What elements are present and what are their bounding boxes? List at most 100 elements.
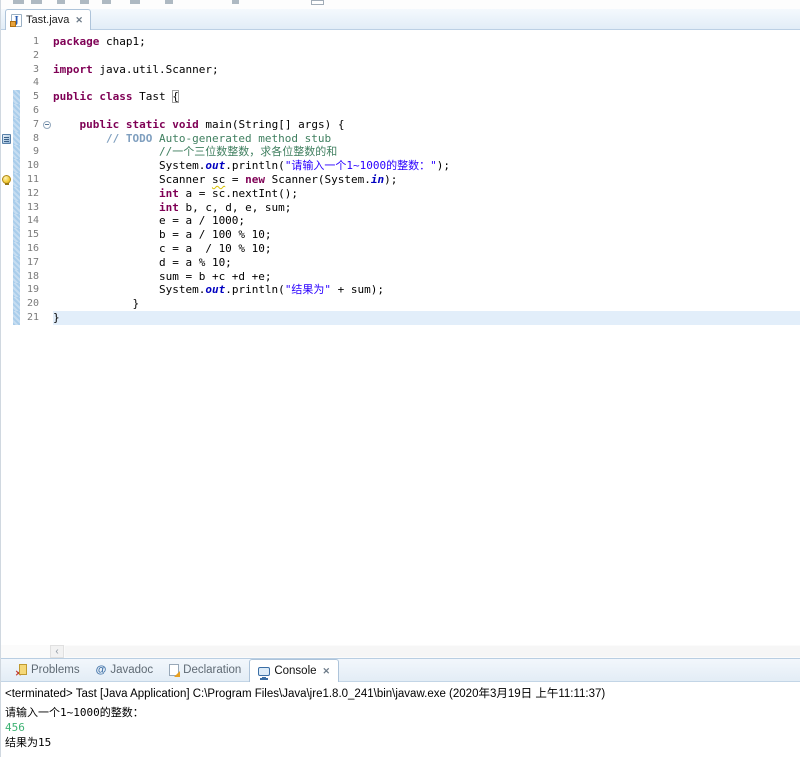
code-segment: c = a / 10 % 10; [53,241,272,255]
line-number[interactable]: 19 [20,283,42,297]
line-number[interactable]: 14 [20,214,42,228]
annotation-ruler-cell[interactable] [1,256,13,270]
code-segment: System. [53,159,206,173]
tab-close-icon[interactable]: ✕ [321,666,331,677]
code-text[interactable]: public class Tast { [53,90,800,104]
line-number[interactable]: 18 [20,270,42,284]
tab-javadoc[interactable]: @ Javadoc [88,659,162,681]
line-number[interactable]: 5 [20,90,42,104]
code-text[interactable]: import java.util.Scanner; [53,63,800,77]
code-line[interactable]: 17 d = a % 10; [1,255,800,270]
code-line[interactable]: 16 c = a / 10 % 10; [1,241,800,256]
fold-column [42,201,53,215]
code-line[interactable]: 2 [1,49,800,63]
line-number[interactable]: 8 [20,132,42,146]
code-line[interactable]: 8 // TODO Auto-generated method stub [1,131,800,146]
line-number[interactable]: 12 [20,187,42,201]
collapse-icon[interactable] [43,120,51,129]
code-text[interactable]: System.out.println("结果为" + sum); [53,283,800,297]
annotation-ruler-cell[interactable] [1,63,13,77]
line-number[interactable]: 16 [20,242,42,256]
code-text[interactable]: d = a % 10; [53,256,800,270]
code-text[interactable]: // TODO Auto-generated method stub [53,132,800,146]
code-text[interactable]: System.out.println("请输入一个1~1000的整数："); [53,159,800,173]
annotation-ruler-cell[interactable] [1,187,13,201]
annotation-ruler-cell[interactable] [1,228,13,242]
scroll-left-arrow-icon[interactable]: ‹ [50,645,64,658]
annotation-ruler-cell[interactable] [1,201,13,215]
code-line[interactable]: 18 sum = b +c +d +e; [1,269,800,284]
editor-tab-tast-java[interactable]: J Tast.java ✕ [5,9,91,30]
line-number[interactable]: 7 [20,118,42,132]
line-number[interactable]: 1 [20,35,42,49]
code-text[interactable]: sum = b +c +d +e; [53,270,800,284]
console-output[interactable]: 请输入一个1~1000的整数： 456 结果为15 [5,705,800,750]
code-line[interactable]: 11 Scanner sc = new Scanner(System.in); [1,172,800,187]
code-text[interactable]: } [53,310,800,325]
hscroll-track[interactable] [65,646,800,657]
code-editor[interactable]: 1 package chap1; 2 3 import java.util.Scanne… [1,30,800,645]
code-line[interactable]: 13 int b, c, d, e, sum; [1,200,800,215]
line-number[interactable]: 10 [20,159,42,173]
annotation-ruler-cell[interactable] [1,159,13,173]
code-text[interactable]: //一个三位数整数，求各位整数的和 [53,145,800,159]
code-text[interactable]: public static void main(String[] args) { [53,118,800,132]
annotation-ruler-cell[interactable] [1,145,13,159]
code-text[interactable]: e = a / 1000; [53,214,800,228]
code-text[interactable]: c = a / 10 % 10; [53,242,800,256]
line-number[interactable]: 6 [20,104,42,118]
line-number[interactable]: 17 [20,256,42,270]
annotation-ruler-cell[interactable] [1,214,13,228]
code-line[interactable]: 5 public class Tast { [1,90,800,104]
code-line[interactable]: 6 [1,103,800,118]
line-number[interactable]: 3 [20,63,42,77]
code-line[interactable]: 9 //一个三位数整数，求各位整数的和 [1,145,800,160]
annotation-ruler-cell[interactable] [1,283,13,297]
code-text[interactable]: Scanner sc = new Scanner(System.in); [53,173,800,187]
annotation-ruler-cell[interactable] [1,76,13,90]
code-line[interactable]: 15 b = a / 100 % 10; [1,228,800,242]
annotation-ruler-cell[interactable] [1,173,13,187]
code-line[interactable]: 7 public static void main(String[] args)… [1,117,800,132]
line-number[interactable]: 2 [20,49,42,63]
annotation-ruler-cell[interactable] [1,242,13,256]
code-text[interactable]: package chap1; [53,35,800,49]
code-line[interactable]: 19 System.out.println("结果为" + sum); [1,283,800,298]
code-line[interactable]: 14 e = a / 1000; [1,214,800,229]
annotation-ruler-cell[interactable] [1,297,13,311]
code-line[interactable]: 1 package chap1; [1,35,800,49]
annotation-ruler-cell[interactable] [1,35,13,49]
annotation-ruler-cell[interactable] [1,132,13,146]
line-number[interactable]: 9 [20,145,42,159]
line-number[interactable]: 11 [20,173,42,187]
code-text[interactable]: } [53,297,800,311]
code-line[interactable]: 4 [1,76,800,90]
tab-console[interactable]: Console ✕ [249,659,340,682]
annotation-ruler-cell[interactable] [1,90,13,104]
code-line[interactable]: 3 import java.util.Scanner; [1,63,800,77]
code-line[interactable]: 12 int a = sc.nextInt(); [1,186,800,201]
annotation-ruler-cell[interactable] [1,311,13,325]
tab-problems[interactable]: Problems [7,659,88,681]
code-text[interactable] [53,76,800,90]
code-line[interactable]: 10 System.out.println("请输入一个1~1000的整数：")… [1,159,800,173]
code-text[interactable]: int b, c, d, e, sum; [53,201,800,215]
code-text[interactable] [53,49,800,63]
code-text[interactable] [53,104,800,118]
line-number[interactable]: 4 [20,76,42,90]
tab-declaration[interactable]: Declaration [161,659,249,681]
code-line[interactable]: 20 } [1,297,800,311]
annotation-ruler-cell[interactable] [1,104,13,118]
code-text[interactable]: int a = sc.nextInt(); [53,187,800,201]
tab-close-icon[interactable]: ✕ [73,15,83,26]
code-line[interactable]: 21} [1,310,800,325]
line-number[interactable]: 15 [20,228,42,242]
editor-hscrollbar[interactable]: ‹ [1,645,800,658]
line-number[interactable]: 13 [20,201,42,215]
line-number[interactable]: 21 [20,311,42,325]
annotation-ruler-cell[interactable] [1,49,13,63]
code-text[interactable]: b = a / 100 % 10; [53,228,800,242]
annotation-ruler-cell[interactable] [1,270,13,284]
line-number[interactable]: 20 [20,297,42,311]
annotation-ruler-cell[interactable] [1,118,13,132]
